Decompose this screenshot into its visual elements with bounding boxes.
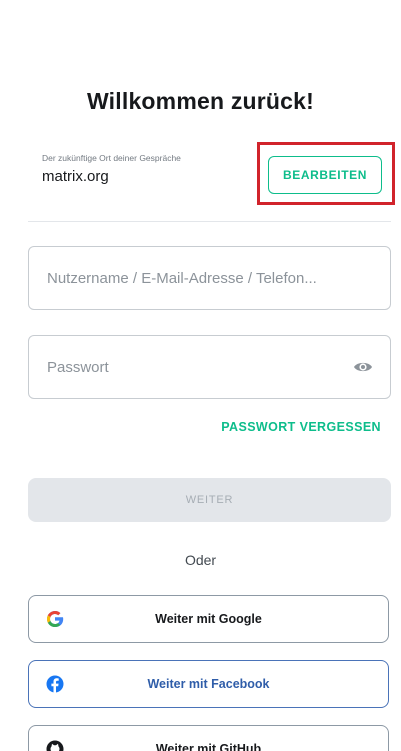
forgot-password-link[interactable]: PASSWORT VERGESSEN xyxy=(221,420,381,434)
sso-label: Weiter mit GitHub xyxy=(155,742,262,751)
homeserver-caption: Der zukünftige Ort deiner Gespräche xyxy=(42,153,181,163)
sso-label: Weiter mit Google xyxy=(155,612,262,626)
divider xyxy=(28,221,391,222)
page-title: Willkommen zurück! xyxy=(86,88,315,114)
continue-with-github-button[interactable]: Weiter mit GitHub xyxy=(28,725,389,751)
homeserver-value: matrix.org xyxy=(42,168,109,185)
or-separator: Oder xyxy=(184,552,217,568)
edit-homeserver-button[interactable]: BEARBEITEN xyxy=(268,156,382,194)
eye-icon[interactable] xyxy=(352,360,374,374)
username-input[interactable]: Nutzername / E-Mail-Adresse / Telefon... xyxy=(28,246,391,310)
password-placeholder: Passwort xyxy=(47,358,109,376)
sso-label: Weiter mit Facebook xyxy=(147,677,270,691)
continue-with-facebook-button[interactable]: Weiter mit Facebook xyxy=(28,660,389,708)
continue-with-google-button[interactable]: Weiter mit Google xyxy=(28,595,389,643)
username-placeholder: Nutzername / E-Mail-Adresse / Telefon... xyxy=(47,269,317,287)
password-input[interactable]: Passwort xyxy=(28,335,391,399)
login-screen: Willkommen zurück! Der zukünftige Ort de… xyxy=(0,0,401,751)
continue-button[interactable]: WEITER xyxy=(28,478,391,522)
